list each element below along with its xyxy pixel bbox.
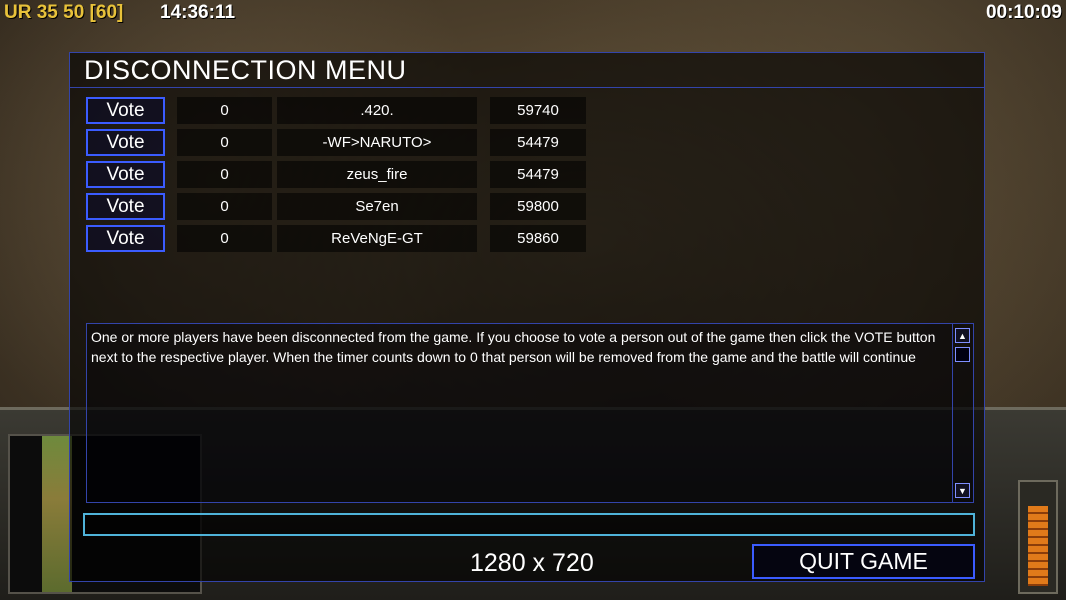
vote-button[interactable]: Vote (86, 193, 165, 220)
scroll-down-icon[interactable]: ▼ (955, 483, 970, 498)
player-name: -WF>NARUTO> (277, 129, 477, 156)
player-ping: 59740 (490, 97, 586, 124)
power-meter (1018, 480, 1058, 594)
quit-game-button[interactable]: QUIT GAME (752, 544, 975, 579)
scroll-thumb[interactable] (955, 347, 970, 362)
system-clock: 14:36:11 (160, 2, 236, 23)
vote-button[interactable]: Vote (86, 161, 165, 188)
disconnection-dialog: DISCONNECTION MENU Vote 0 .420. 59740 Vo… (69, 52, 985, 582)
player-name: ReVeNgE-GT (277, 225, 477, 252)
vote-button[interactable]: Vote (86, 129, 165, 156)
dialog-title: DISCONNECTION MENU (84, 55, 407, 85)
message-panel: One or more players have been disconnect… (86, 323, 974, 503)
dialog-title-bar: DISCONNECTION MENU (70, 53, 984, 88)
chat-input[interactable] (83, 513, 975, 536)
vote-button[interactable]: Vote (86, 225, 165, 252)
player-name: .420. (277, 97, 477, 124)
scroll-up-icon[interactable]: ▲ (955, 328, 970, 343)
vote-button[interactable]: Vote (86, 97, 165, 124)
player-ping: 54479 (490, 129, 586, 156)
game-timer: 00:10:09 (985, 2, 1062, 23)
player-ping: 59860 (490, 225, 586, 252)
player-ping: 54479 (490, 161, 586, 188)
vote-count: 0 (177, 193, 272, 220)
player-name: Se7en (277, 193, 477, 220)
power-bar (1028, 506, 1048, 586)
fps-counter: UR 35 50 [60] (4, 2, 124, 23)
top-status-bar: UR 35 50 [60] 14:36:11 00:10:09 (0, 0, 1066, 26)
message-scrollbar[interactable]: ▲ ▼ (952, 324, 973, 502)
vote-count: 0 (177, 97, 272, 124)
player-ping: 59800 (490, 193, 586, 220)
vote-count: 0 (177, 161, 272, 188)
vote-count: 0 (177, 129, 272, 156)
player-name: zeus_fire (277, 161, 477, 188)
resolution-label: 1280 x 720 (470, 549, 594, 577)
disconnect-message: One or more players have been disconnect… (91, 329, 936, 365)
vote-count: 0 (177, 225, 272, 252)
minimap-terrain (42, 436, 72, 592)
